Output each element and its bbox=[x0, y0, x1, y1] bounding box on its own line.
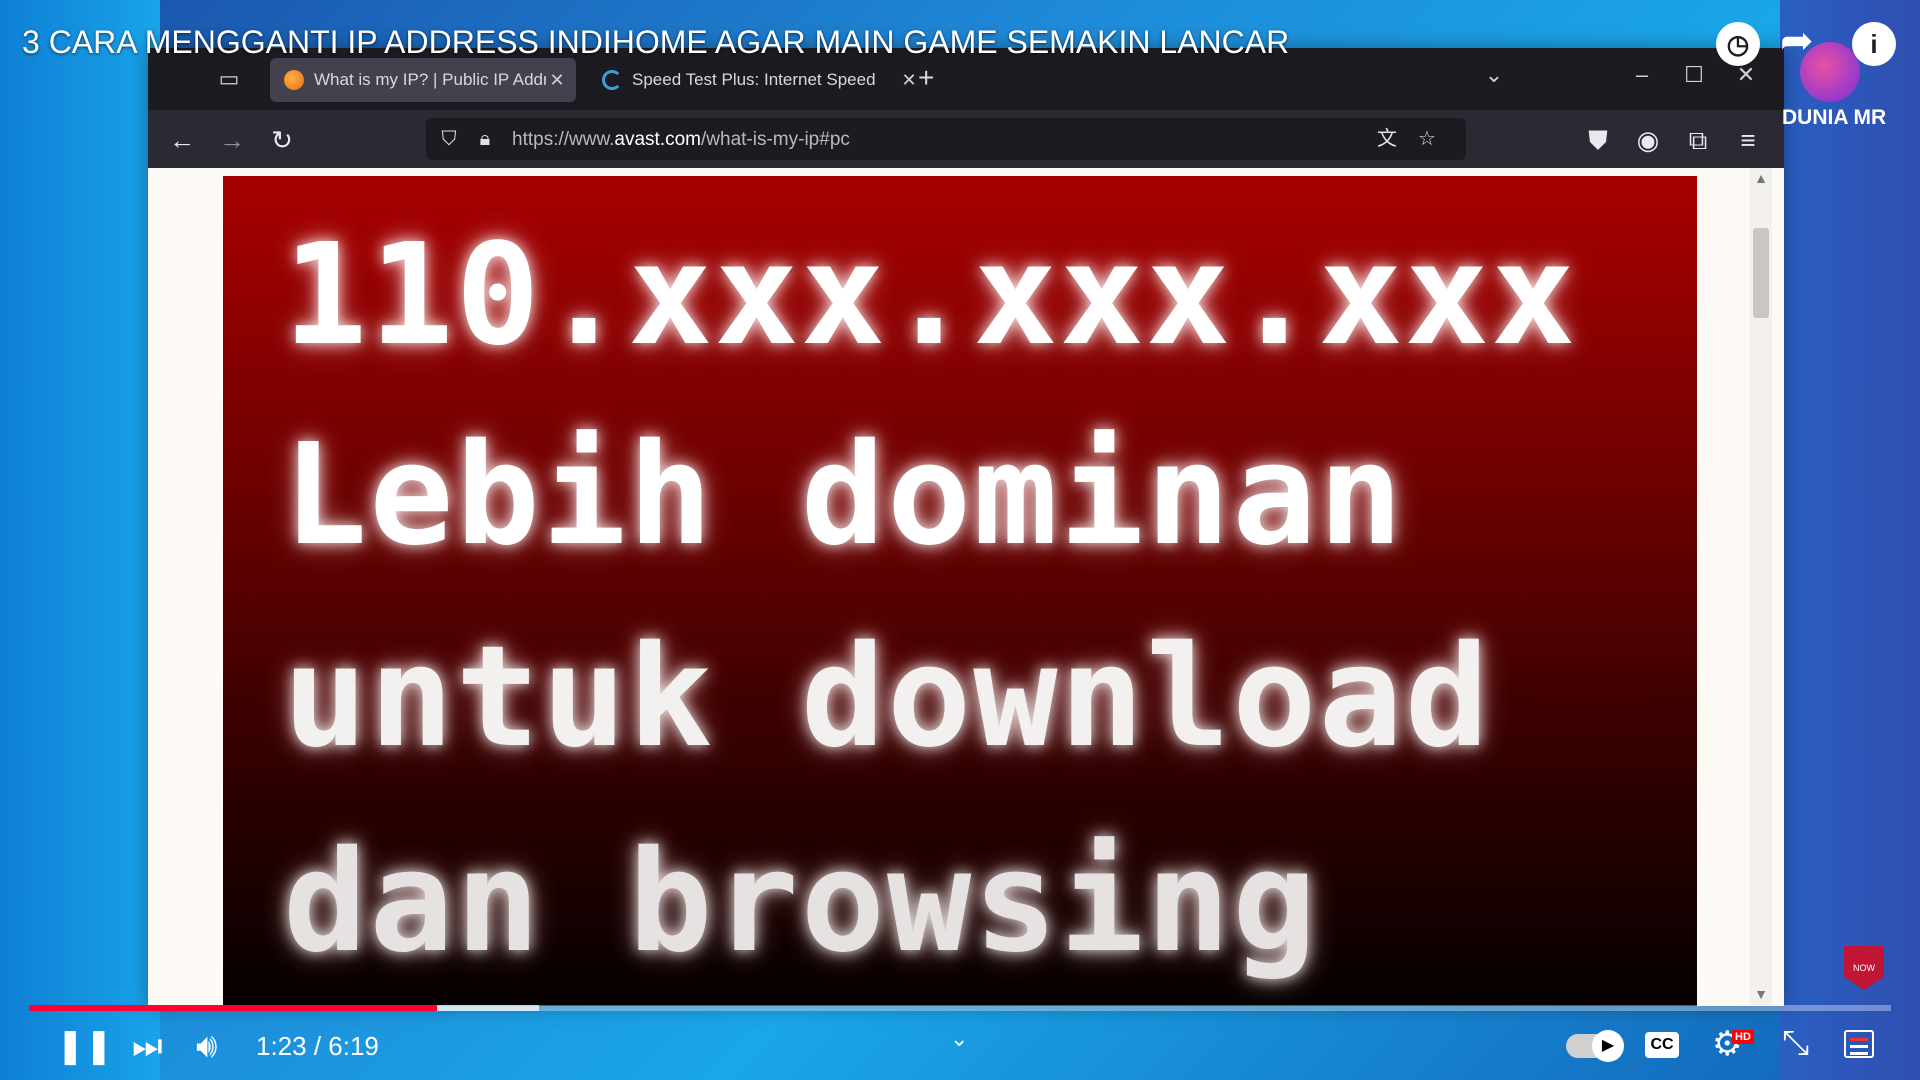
chapters-icon[interactable] bbox=[1844, 1030, 1874, 1058]
tab-title: Speed Test Plus: Internet Speed bbox=[632, 70, 876, 89]
time-display: 1:23 / 6:19 bbox=[256, 1031, 379, 1061]
tab-title: What is my IP? | Public IP Addre bbox=[314, 70, 546, 89]
browser-window: ▭ What is my IP? | Public IP Addre ✕ Spe… bbox=[148, 48, 1784, 1006]
tab-what-is-my-ip[interactable]: What is my IP? | Public IP Addre ✕ bbox=[270, 58, 576, 102]
lock-icon[interactable]: 🔒︎ bbox=[470, 124, 500, 154]
scroll-thumb[interactable] bbox=[1753, 228, 1769, 318]
scroll-down-icon[interactable]: ▼ bbox=[1750, 986, 1772, 1002]
video-title[interactable]: 3 CARA MENGGANTI IP ADDRESS INDIHOME AGA… bbox=[22, 24, 1289, 61]
tab-dropdown-icon[interactable]: ⌄ bbox=[1474, 62, 1514, 88]
forward-icon[interactable]: → bbox=[216, 124, 248, 156]
account-icon[interactable]: ◉ bbox=[1632, 124, 1664, 156]
close-window-icon[interactable]: ✕ bbox=[1726, 62, 1766, 88]
exit-fullscreen-icon[interactable]: ⤡ bbox=[1782, 1024, 1809, 1063]
speedtest-favicon-icon bbox=[602, 70, 622, 90]
shield-icon[interactable]: ⛉ bbox=[434, 124, 464, 154]
bookmark-star-icon[interactable]: ☆ bbox=[1412, 124, 1442, 154]
url-bar[interactable]: ⛉ 🔒︎ https://www.avast.com/what-is-my-ip… bbox=[426, 118, 1466, 160]
autoplay-toggle[interactable]: ▶ bbox=[1566, 1030, 1624, 1062]
tab-list-icon[interactable]: ▭ bbox=[216, 66, 242, 92]
pause-icon[interactable]: ❚❚ bbox=[56, 1028, 113, 1064]
url-prefix: https://www. bbox=[512, 129, 615, 150]
video-player[interactable]: ▭ What is my IP? | Public IP Addre ✕ Spe… bbox=[0, 0, 1920, 1080]
play-icon: ▶ bbox=[1592, 1030, 1624, 1062]
overlay-line-2: Lebih dominan bbox=[283, 414, 1405, 577]
clock-icon[interactable]: ◷ bbox=[1716, 22, 1760, 66]
menu-icon[interactable]: ≡ bbox=[1732, 124, 1764, 156]
overlay-line-4: dan browsing bbox=[283, 821, 1319, 984]
volume-icon[interactable]: 🔊︎ bbox=[196, 1028, 217, 1064]
extensions-icon[interactable]: ⧉ bbox=[1682, 124, 1714, 156]
background-left bbox=[0, 0, 160, 1080]
hd-badge: HD bbox=[1732, 1030, 1754, 1044]
navigation-toolbar: ← → ↻ ⛉ 🔒︎ https://www.avast.com/what-is… bbox=[148, 110, 1784, 168]
url-text[interactable]: https://www.avast.com/what-is-my-ip#pc bbox=[512, 129, 850, 151]
back-icon[interactable]: ← bbox=[166, 124, 198, 156]
progress-bar[interactable] bbox=[29, 1005, 1891, 1011]
page-scrollbar[interactable]: ▲ ▼ bbox=[1750, 168, 1772, 1006]
new-tab-icon[interactable]: + bbox=[918, 62, 934, 94]
chevron-down-icon[interactable]: ⌄ bbox=[950, 1026, 968, 1052]
reload-icon[interactable]: ↻ bbox=[266, 124, 298, 156]
tab-speed-test[interactable]: Speed Test Plus: Internet Speed ✕ bbox=[588, 58, 928, 102]
channel-name[interactable]: DUNIA MR bbox=[1782, 106, 1886, 130]
maximize-icon[interactable]: ☐ bbox=[1674, 62, 1714, 88]
url-host: avast.com bbox=[614, 129, 702, 150]
close-tab-icon[interactable]: ✕ bbox=[898, 70, 920, 91]
subtitles-button[interactable]: CC bbox=[1645, 1032, 1679, 1058]
overlay-line-3: untuk download bbox=[283, 616, 1492, 779]
translate-icon[interactable]: ⽂ bbox=[1372, 124, 1402, 154]
ip-address-text: 110.xxx.xxx.xxx bbox=[283, 214, 1578, 377]
channel-logo[interactable] bbox=[1800, 42, 1860, 102]
avast-favicon-icon bbox=[284, 70, 304, 90]
next-icon[interactable]: ⏭︎ bbox=[132, 1028, 163, 1064]
minimize-icon[interactable]: – bbox=[1622, 62, 1662, 88]
info-icon[interactable]: i bbox=[1852, 22, 1896, 66]
url-path: /what-is-my-ip#pc bbox=[701, 129, 850, 150]
close-tab-icon[interactable]: ✕ bbox=[546, 70, 568, 91]
page-content: 110.xxx.xxx.xxx Lebih dominan untuk down… bbox=[148, 168, 1784, 1006]
pocket-icon[interactable]: ⛊ bbox=[1582, 124, 1614, 156]
ip-overlay-banner: 110.xxx.xxx.xxx Lebih dominan untuk down… bbox=[223, 176, 1697, 1006]
background-right bbox=[1780, 0, 1920, 1080]
progress-played bbox=[29, 1005, 437, 1011]
scroll-up-icon[interactable]: ▲ bbox=[1750, 170, 1772, 186]
